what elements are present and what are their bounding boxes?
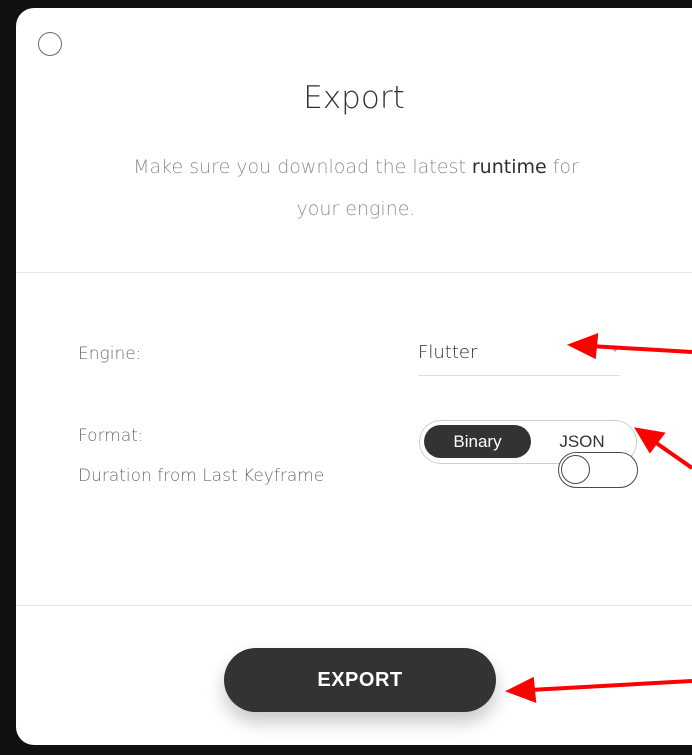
header-divider — [16, 272, 692, 273]
subtitle-text-before: Make sure you download the latest — [133, 156, 472, 178]
footer-divider — [16, 605, 692, 606]
format-label: Format: — [78, 426, 144, 446]
close-icon[interactable] — [38, 32, 62, 56]
subtitle-text-line2: your engine. — [296, 198, 416, 220]
subtitle-text-after: for — [546, 156, 579, 178]
runtime-link[interactable]: runtime — [472, 156, 547, 178]
dialog-title: Export — [303, 80, 405, 116]
export-button[interactable]: EXPORT — [224, 648, 496, 712]
screenshot-frame: Export Make sure you download the latest… — [0, 0, 692, 755]
switch-knob — [561, 455, 590, 484]
chevron-down-icon — [610, 346, 620, 352]
format-option-binary[interactable]: Binary — [424, 425, 531, 458]
export-dialog: Export Make sure you download the latest… — [16, 8, 692, 745]
duration-label: Duration from Last Keyframe — [78, 466, 325, 486]
engine-value: Flutter — [418, 342, 478, 363]
engine-select[interactable]: Flutter — [418, 334, 620, 376]
duration-toggle-switch[interactable] — [558, 452, 638, 488]
dialog-subtitle: Make sure you download the latest runtim… — [76, 146, 636, 230]
engine-label: Engine: — [78, 344, 142, 364]
